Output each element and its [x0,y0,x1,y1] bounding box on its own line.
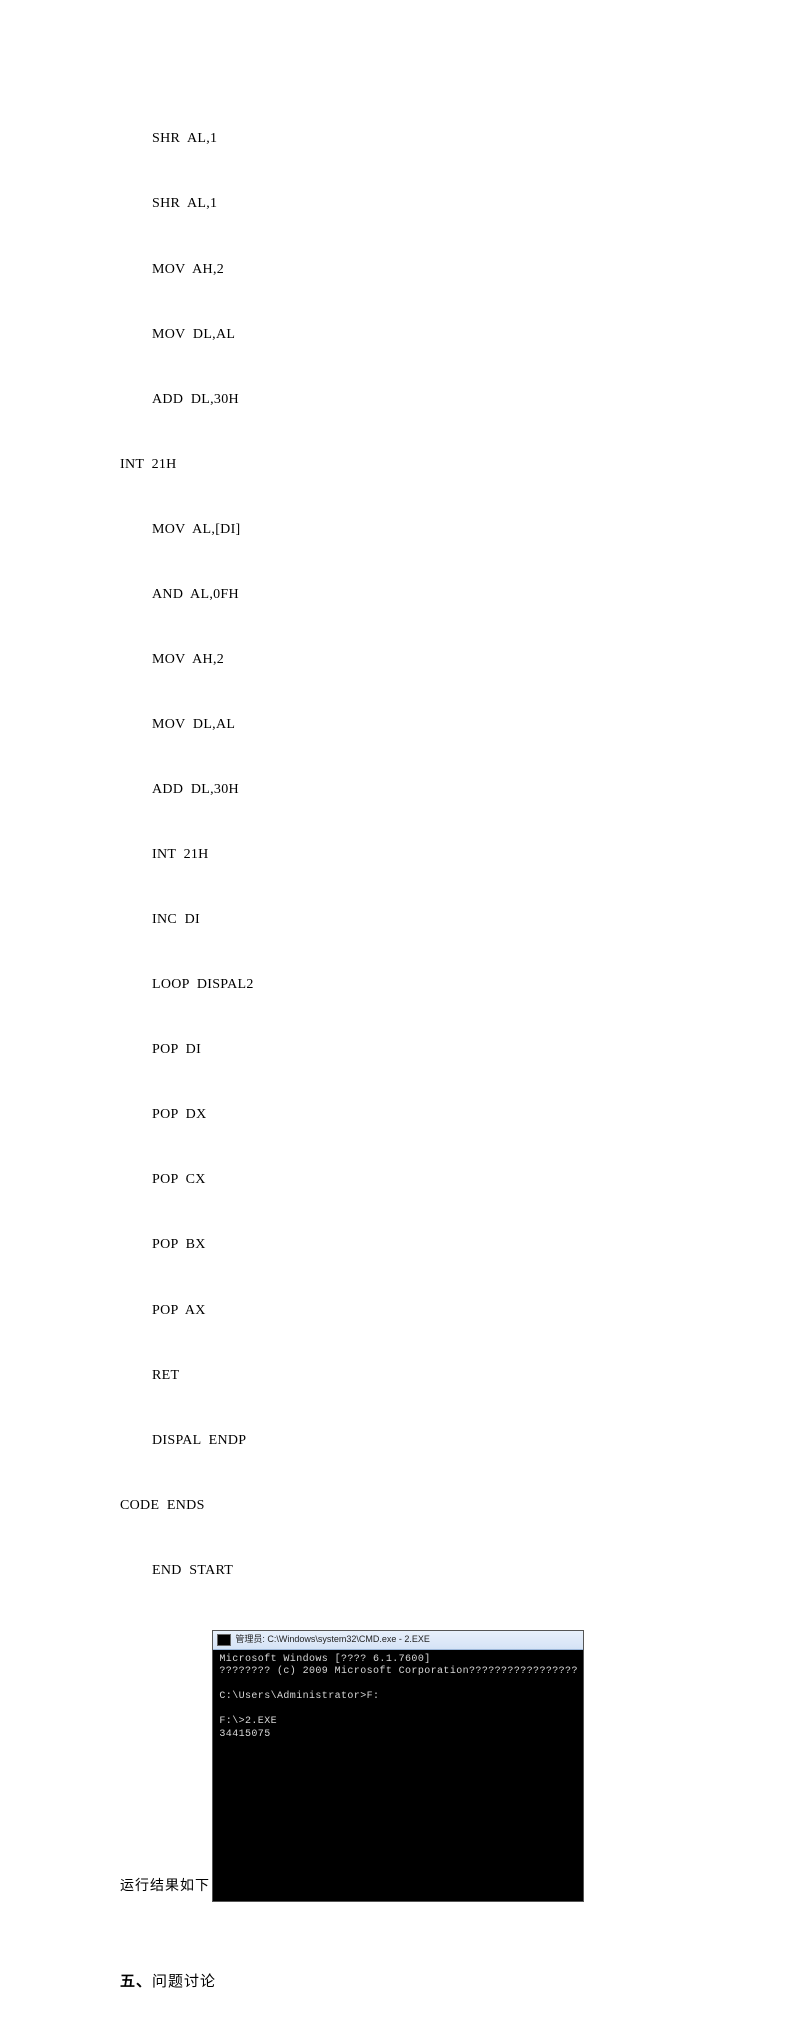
code-line: INT 21H [120,454,700,476]
code-line: ADD DL,30H [120,779,700,801]
cmd-titlebar: 管理员: C:\Windows\system32\CMD.exe - 2.EXE [213,1631,583,1650]
code-line: POP DX [120,1104,700,1126]
code-line: POP DI [120,1039,700,1061]
code-line: LOOP DISPAL2 [120,974,700,996]
section-title: 问题讨论 [152,1974,216,1990]
result-label: 运行结果如下 : [120,1876,219,1902]
code-line: POP BX [120,1234,700,1256]
code-line: INC DI [120,909,700,931]
assembly-code-block: SHR AL,1 SHR AL,1 MOV AH,2 MOV DL,AL ADD… [120,85,700,1625]
cmd-output-line: ???????? (c) 2009 Microsoft Corporation?… [219,1666,577,1677]
cmd-body: Microsoft Windows [???? 6.1.7600] ??????… [213,1650,583,1902]
cmd-output-line: 34415075 [219,1729,270,1740]
code-line: MOV AL,[DI] [120,519,700,541]
code-line: MOV DL,AL [120,324,700,346]
cmd-title: 管理员: C:\Windows\system32\CMD.exe - 2.EXE [235,1633,430,1647]
code-line: SHR AL,1 [120,128,700,150]
code-line: INT 21H [120,844,700,866]
cmd-output-line: F:\>2.EXE [219,1716,277,1727]
code-line: ADD DL,30H [120,389,700,411]
code-line: DISPAL ENDP [120,1430,700,1452]
code-line: RET [120,1365,700,1387]
code-line: MOV AH,2 [120,259,700,281]
cmd-icon [217,1634,231,1646]
cmd-output-line: C:\Users\Administrator>F: [219,1691,379,1702]
code-line: MOV DL,AL [120,714,700,736]
cmd-output-line: Microsoft Windows [???? 6.1.7600] [219,1654,430,1665]
code-line: END START [120,1560,700,1582]
section-number: 五、 [120,1974,152,1990]
code-line: MOV AH,2 [120,649,700,671]
code-line: CODE ENDS [120,1495,700,1517]
code-line: AND AL,0FH [120,584,700,606]
code-line: POP CX [120,1169,700,1191]
code-line: POP AX [120,1300,700,1322]
section-heading: 五、问题讨论 [120,1971,700,1994]
code-line: SHR AL,1 [120,193,700,215]
cmd-window: 管理员: C:\Windows\system32\CMD.exe - 2.EXE… [213,1631,583,1902]
